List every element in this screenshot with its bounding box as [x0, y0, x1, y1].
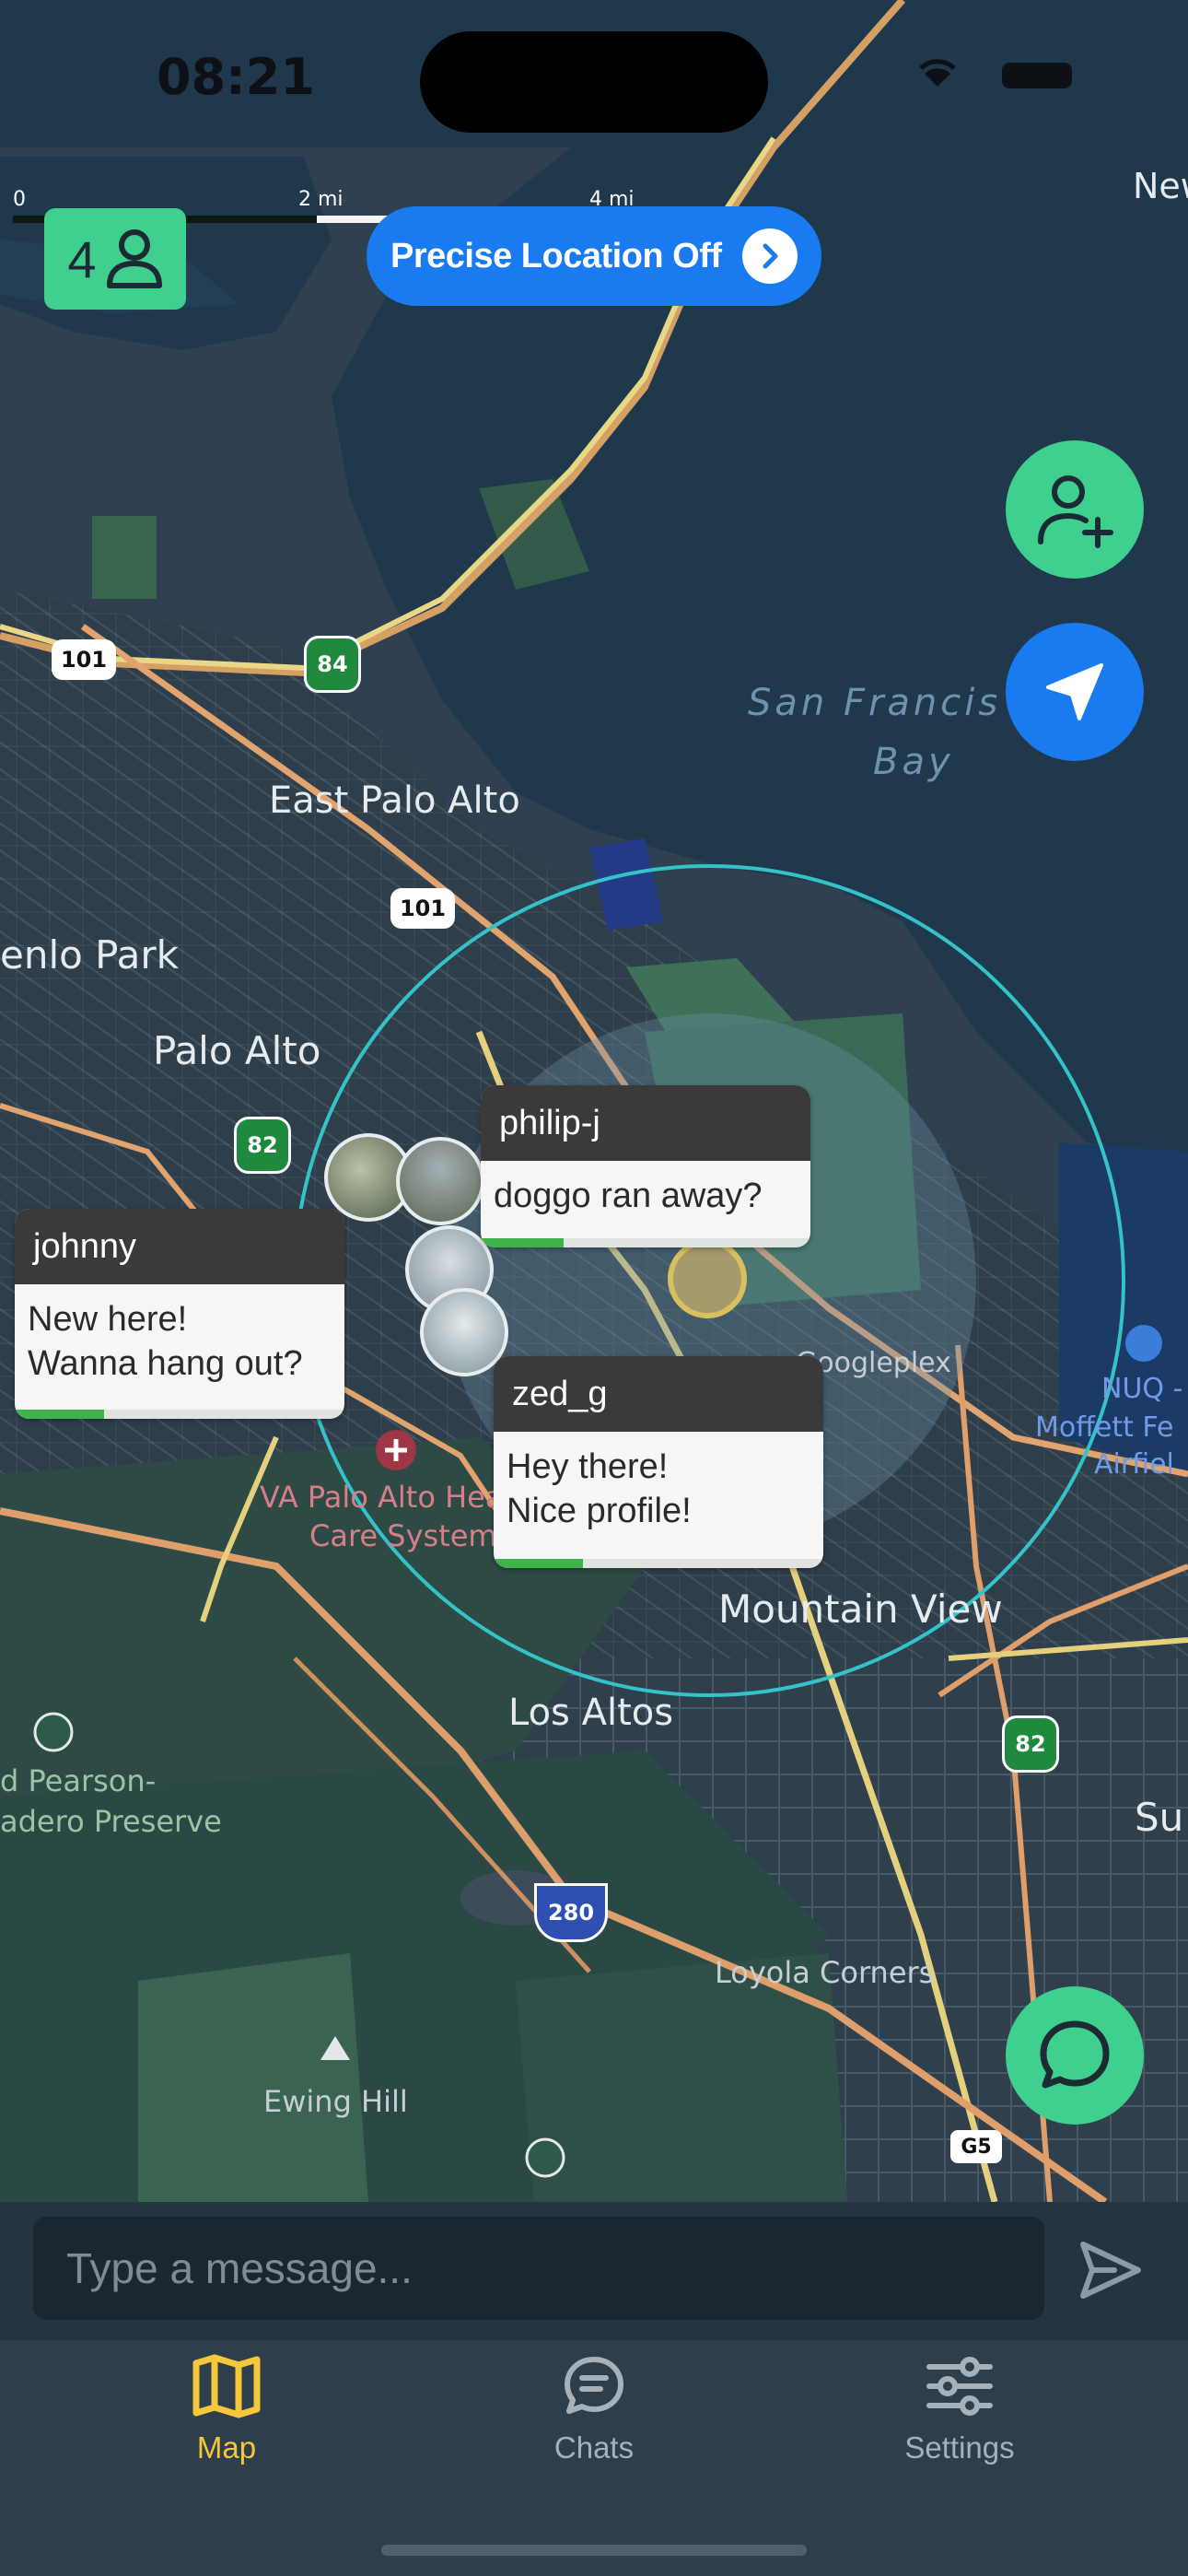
tab-label: Chats	[553, 2430, 635, 2465]
place-label: Moffett Fe	[1035, 1411, 1174, 1444]
place-label: NUQ -	[1101, 1373, 1183, 1405]
place-label: Airfiel	[1094, 1448, 1174, 1481]
add-person-icon	[1038, 475, 1113, 548]
place-label: adero Preserve	[0, 1804, 222, 1839]
tab-bar: Map Chats Settings	[0, 2340, 1188, 2576]
message-input[interactable]: Type a message...	[33, 2217, 1044, 2320]
chevron-right-icon	[742, 228, 798, 284]
bubble-timer-progress	[494, 1559, 583, 1568]
bubble-message: Hey there! Nice profile!	[507, 1447, 692, 1530]
sliders-icon	[926, 2346, 994, 2427]
map-message-bubble[interactable]: zed_g Hey there! Nice profile!	[494, 1356, 823, 1568]
us101-shield: 101	[390, 888, 455, 929]
place-label: VA Palo Alto Hea	[260, 1480, 504, 1515]
open-chat-button[interactable]	[1006, 1986, 1144, 2125]
precise-location-button[interactable]: Precise Location Off	[367, 206, 821, 306]
g5-shield: G5	[950, 2130, 1002, 2163]
place-label: New	[1133, 166, 1188, 206]
bubble-timer-progress	[15, 1410, 104, 1419]
bubble-timer-progress	[481, 1238, 564, 1247]
status-icons	[919, 55, 1085, 97]
chat-bubble-icon	[562, 2346, 626, 2427]
recenter-location-button[interactable]	[1006, 623, 1144, 761]
bubble-username: zed_g	[494, 1356, 823, 1432]
place-label: East Palo Alto	[269, 779, 520, 822]
home-indicator	[381, 2545, 807, 2556]
bubble-username: philip-j	[481, 1085, 810, 1161]
status-time: 08:21	[157, 48, 315, 106]
place-label: Care System	[309, 1518, 497, 1553]
chat-bubble-icon	[1040, 2020, 1110, 2089]
bubble-username: johnny	[15, 1209, 344, 1284]
bubble-message: doggo ran away?	[494, 1177, 763, 1215]
send-icon	[1080, 2242, 1141, 2299]
place-label: Loyola Corners	[715, 1955, 935, 1990]
location-arrow-icon	[1046, 663, 1103, 720]
map-message-bubble[interactable]: philip-j doggo ran away?	[481, 1085, 810, 1247]
us101-shield: 101	[52, 639, 116, 680]
friends-count-button[interactable]: 4	[44, 208, 186, 310]
wifi-icon	[919, 59, 956, 87]
place-label: Mountain View	[718, 1587, 1003, 1632]
precise-location-label: Precise Location Off	[390, 236, 722, 275]
i280-shield: 280	[534, 1883, 608, 1942]
place-label: Palo Alto	[153, 1028, 321, 1073]
dynamic-island	[420, 31, 768, 133]
place-label: Su	[1135, 1795, 1184, 1840]
scale-label: 2 mi	[298, 188, 344, 211]
place-label: Ewing Hill	[263, 2084, 408, 2119]
send-button[interactable]	[1077, 2237, 1144, 2308]
bubble-message: New here! Wanna hang out?	[28, 1300, 303, 1383]
place-label: enlo Park	[0, 932, 179, 978]
ca84-shield: 84	[304, 636, 361, 693]
add-friend-button[interactable]	[1006, 440, 1144, 579]
user-avatar[interactable]	[396, 1137, 484, 1225]
tab-settings[interactable]: Settings	[775, 2340, 1144, 2465]
person-icon	[106, 229, 162, 288]
map-icon	[192, 2346, 261, 2427]
tab-label: Settings	[904, 2430, 1015, 2465]
place-label: Los Altos	[508, 1692, 674, 1734]
tab-map[interactable]: Map	[42, 2340, 411, 2465]
map-message-bubble[interactable]: johnny New here! Wanna hang out?	[15, 1209, 344, 1419]
bay-label: Bay	[873, 741, 954, 783]
battery-icon	[1002, 63, 1072, 88]
place-label: d Pearson-	[0, 1763, 157, 1798]
bay-label: San Francis	[748, 682, 1002, 724]
tab-label: Map	[196, 2430, 257, 2465]
ca82-shield: 82	[1002, 1715, 1059, 1773]
message-composer: Type a message...	[0, 2202, 1188, 2340]
tab-chats[interactable]: Chats	[410, 2340, 778, 2465]
scale-label: 0	[13, 188, 26, 211]
ca82-shield: 82	[234, 1117, 291, 1174]
friends-count: 4	[67, 229, 97, 288]
